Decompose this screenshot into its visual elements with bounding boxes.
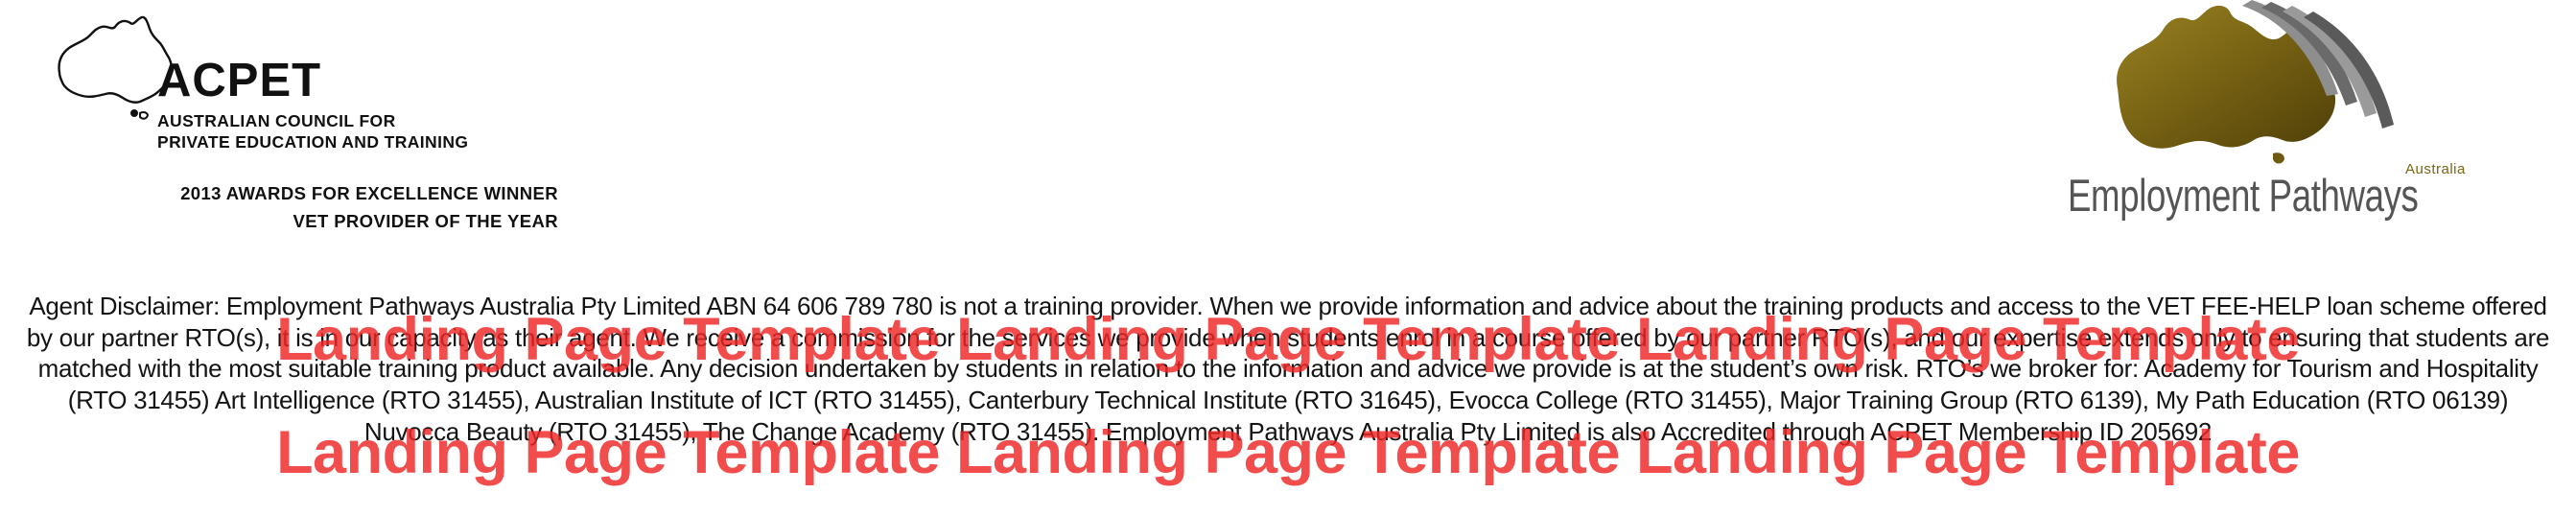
- acpet-award-line1: 2013 AWARDS FOR EXCELLENCE WINNER: [180, 183, 558, 203]
- acpet-award-line2: VET PROVIDER OF THE YEAR: [293, 211, 558, 231]
- ep-brand-name: Employment Pathways: [2068, 170, 2419, 221]
- acpet-dot: [130, 109, 138, 117]
- employment-pathways-logo: Australia Employment Pathways: [2062, 0, 2465, 249]
- acpet-name: ACPET: [157, 55, 322, 106]
- acpet-subtitle-line1: AUSTRALIAN COUNCIL FOR: [157, 111, 396, 130]
- agent-disclaimer: Agent Disclaimer: Employment Pathways Au…: [26, 292, 2550, 446]
- acpet-subtitle-line2: PRIVATE EDUCATION AND TRAINING: [157, 132, 469, 152]
- acpet-subtitle: AUSTRALIAN COUNCIL FOR PRIVATE EDUCATION…: [157, 110, 468, 152]
- acpet-award: 2013 AWARDS FOR EXCELLENCE WINNER VET PR…: [52, 179, 558, 235]
- acpet-logo: ACPET AUSTRALIAN COUNCIL FOR PRIVATE EDU…: [35, 13, 572, 234]
- australia-map-icon: [2117, 0, 2394, 164]
